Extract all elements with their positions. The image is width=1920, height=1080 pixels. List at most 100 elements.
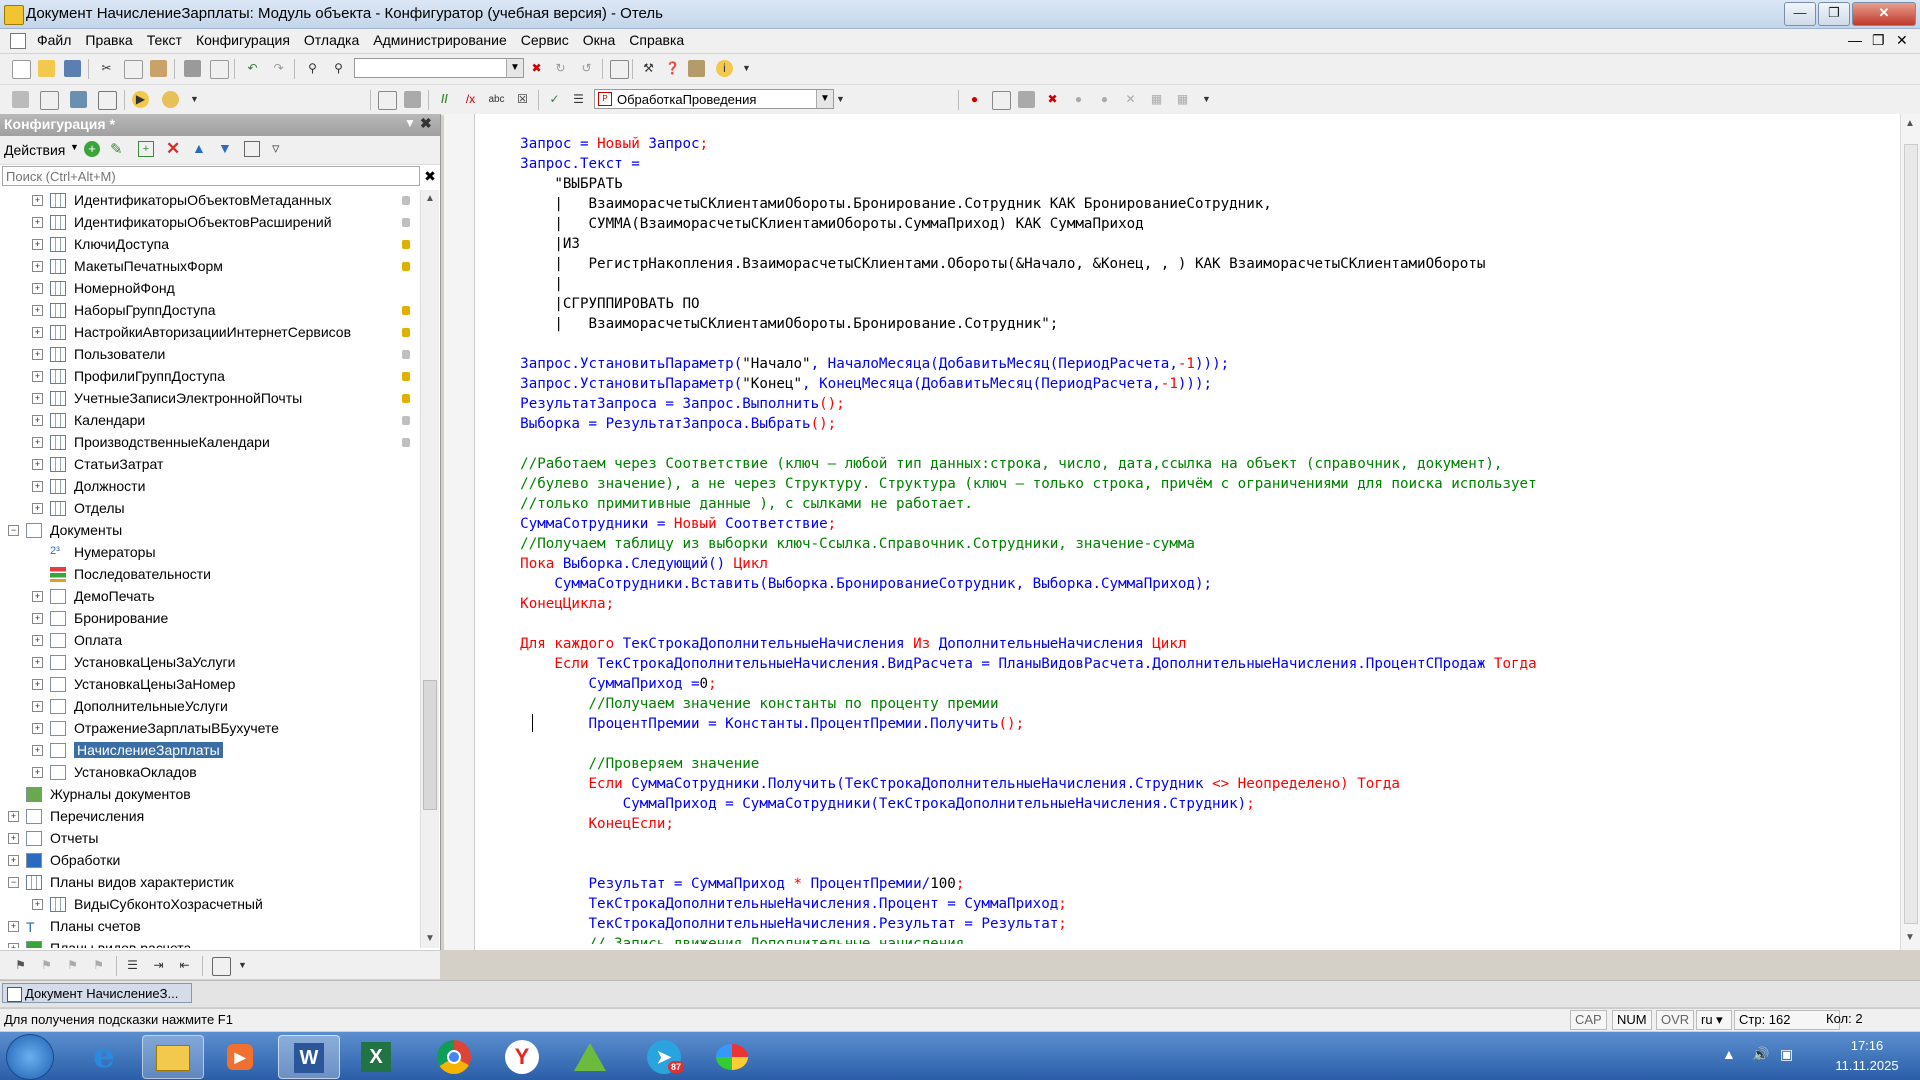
expand-icon[interactable]: + xyxy=(8,855,19,866)
bookmark-icon[interactable] xyxy=(992,91,1011,110)
update-db-icon[interactable] xyxy=(70,91,87,108)
chevron-down-icon[interactable]: ▼ xyxy=(816,90,833,108)
tree-item[interactable]: + СтатьиЗатрат xyxy=(0,454,420,476)
code-line[interactable]: //Получаем таблицу из выборки ключ-Ссылк… xyxy=(486,534,1195,554)
expand-icon[interactable]: + xyxy=(8,833,19,844)
tree-item[interactable]: + Оплата xyxy=(0,630,420,652)
expand-icon[interactable]: + xyxy=(32,349,43,360)
show-hidden-icons[interactable]: ▲ xyxy=(1722,1046,1736,1062)
delete-breakpoint-icon[interactable]: ✖ xyxy=(1044,91,1061,108)
config-icon[interactable] xyxy=(12,91,29,108)
flag-icon[interactable]: ⚑ xyxy=(12,957,29,974)
code-line[interactable]: Запрос.УстановитьПараметр("Начало", Нача… xyxy=(486,354,1229,374)
expand-icon[interactable]: + xyxy=(32,591,43,602)
expand-icon[interactable]: + xyxy=(32,393,43,404)
start-button[interactable] xyxy=(6,1034,54,1080)
syntax-check-icon[interactable]: ✓ xyxy=(546,91,563,108)
spellcheck-icon[interactable]: abc xyxy=(488,91,505,108)
open-window-tab[interactable]: Документ НачислениеЗ... xyxy=(2,983,192,1003)
tree-item[interactable]: + ИдентификаторыОбъектовМетаданных xyxy=(0,190,420,212)
expand-icon[interactable]: + xyxy=(32,899,43,910)
outdent-icon[interactable]: ⇤ xyxy=(176,957,193,974)
dropdown-arrow-icon[interactable]: ▼ xyxy=(186,91,203,108)
tree-item[interactable]: + ВидыСубконтоХозрасчетный xyxy=(0,894,420,916)
code-line[interactable]: Выборка = РезультатЗапроса.Выбрать(); xyxy=(486,414,836,434)
code-line[interactable]: |СГРУППИРОВАТЬ ПО xyxy=(486,294,699,314)
menu-item-4[interactable]: Отладка xyxy=(297,29,366,51)
file-explorer-icon[interactable] xyxy=(142,1035,204,1079)
format-icon[interactable]: ☒ xyxy=(514,91,531,108)
expand-icon[interactable]: + xyxy=(32,635,43,646)
scroll-up-icon[interactable]: ▲ xyxy=(421,190,439,208)
menu-item-6[interactable]: Сервис xyxy=(514,29,576,51)
expand-icon[interactable]: + xyxy=(32,437,43,448)
tree-item[interactable]: + ПроизводственныеКалендари xyxy=(0,432,420,454)
filter-icon[interactable]: ▿ xyxy=(272,139,280,157)
tree-item[interactable]: Журналы документов xyxy=(0,784,420,806)
mdi-minimize-icon[interactable]: — xyxy=(1848,32,1862,48)
unblock-icon[interactable] xyxy=(404,91,421,108)
code-line[interactable]: СуммаПриход = СуммаСотрудники(ТекСтрокаД… xyxy=(486,794,1255,814)
editor-scrollbar[interactable]: ▲ ▼ xyxy=(1900,114,1920,950)
tree-item[interactable]: + УстановкаОкладов xyxy=(0,762,420,784)
tree-item[interactable]: + КлючиДоступа xyxy=(0,234,420,256)
dropdown-arrow-icon[interactable]: ▼ xyxy=(234,957,251,974)
expand-icon[interactable]: + xyxy=(32,261,43,272)
menu-item-3[interactable]: Конфигурация xyxy=(189,29,297,51)
expand-icon[interactable]: + xyxy=(32,613,43,624)
tree-item[interactable]: + ОтражениеЗарплатыВБухучете xyxy=(0,718,420,740)
find-next-icon[interactable]: ↻ xyxy=(552,60,569,77)
expand-icon[interactable]: + xyxy=(32,745,43,756)
chrome-icon[interactable] xyxy=(424,1035,484,1077)
tree-search-input[interactable] xyxy=(2,166,420,186)
expand-icon[interactable]: + xyxy=(32,503,43,514)
dropdown-arrow-icon[interactable]: ▼ xyxy=(1198,91,1215,108)
save-icon[interactable] xyxy=(64,60,81,77)
tree-item[interactable]: + НаборыГруппДоступа xyxy=(0,300,420,322)
code-line[interactable]: Запрос = Новый Запрос; xyxy=(486,134,708,154)
chevron-down-icon[interactable]: ▼ xyxy=(70,142,79,152)
tree-item[interactable]: − Планы видов характеристик xyxy=(0,872,420,894)
dropdown-arrow-icon[interactable]: ▼ xyxy=(738,60,755,77)
collapse-icon[interactable]: − xyxy=(8,877,19,888)
expand-icon[interactable]: + xyxy=(32,305,43,316)
menu-item-1[interactable]: Правка xyxy=(78,29,139,51)
close-panel-icon[interactable]: ✖ xyxy=(420,115,432,132)
properties-icon[interactable] xyxy=(244,141,260,157)
run-enterprise-icon[interactable] xyxy=(162,91,179,108)
tree-item[interactable]: − Документы xyxy=(0,520,420,542)
network-icon[interactable]: ▣ xyxy=(1780,1046,1793,1063)
code-line[interactable]: //Работаем через Соответствие (ключ — лю… xyxy=(486,454,1502,474)
delete-icon[interactable]: ✕ xyxy=(166,139,180,159)
tree-item[interactable]: + ДополнительныеУслуги xyxy=(0,696,420,718)
debug-windows-icon[interactable]: ▦ xyxy=(1174,91,1191,108)
scroll-up-icon[interactable]: ▲ xyxy=(1905,118,1915,129)
clear-search-icon[interactable]: ✖ xyxy=(528,60,545,77)
run-debug-icon[interactable]: ▶ xyxy=(132,91,149,108)
search-combo[interactable]: ▼ xyxy=(354,58,524,78)
tree-item[interactable]: + Бронирование xyxy=(0,608,420,630)
indent-icon[interactable]: ⇥ xyxy=(150,957,167,974)
find-prev-icon[interactable]: ↺ xyxy=(578,60,595,77)
tree-item[interactable]: 2³ Нумераторы xyxy=(0,542,420,564)
move-down-icon[interactable]: ▼ xyxy=(218,140,232,156)
menu-item-2[interactable]: Текст xyxy=(140,29,189,51)
tree-item[interactable]: + ИдентификаторыОбъектовРасширений xyxy=(0,212,420,234)
expand-icon[interactable]: + xyxy=(32,657,43,668)
code-line[interactable]: ПроцентПремии = Константы.ПроцентПремии.… xyxy=(486,714,1024,734)
tree-item[interactable]: Последовательности xyxy=(0,564,420,586)
code-line[interactable]: Пока Выборка.Следующий() Цикл xyxy=(486,554,768,574)
code-line[interactable]: Если ТекСтрокаДополнительныеНачисления.В… xyxy=(486,654,1536,674)
chevron-down-icon[interactable]: ▼ xyxy=(506,59,523,77)
code-line[interactable]: Для каждого ТекСтрокаДополнительныеНачис… xyxy=(486,634,1186,654)
edit-icon[interactable]: ✎ xyxy=(110,140,123,158)
condition-breakpoint-icon[interactable]: ● xyxy=(1096,91,1113,108)
tree-item[interactable]: + НачислениеЗарплаты xyxy=(0,740,420,762)
pin-icon[interactable]: ▼ xyxy=(404,116,416,130)
tree-item[interactable]: + Планы видов расчета xyxy=(0,938,420,948)
cut-icon[interactable]: ✂ xyxy=(98,60,115,77)
code-line[interactable]: СуммаПриход =0; xyxy=(486,674,716,694)
move-up-icon[interactable]: ▲ xyxy=(192,140,206,156)
table-icon[interactable] xyxy=(98,91,117,110)
code-line[interactable]: Запрос.Текст = xyxy=(486,154,640,174)
